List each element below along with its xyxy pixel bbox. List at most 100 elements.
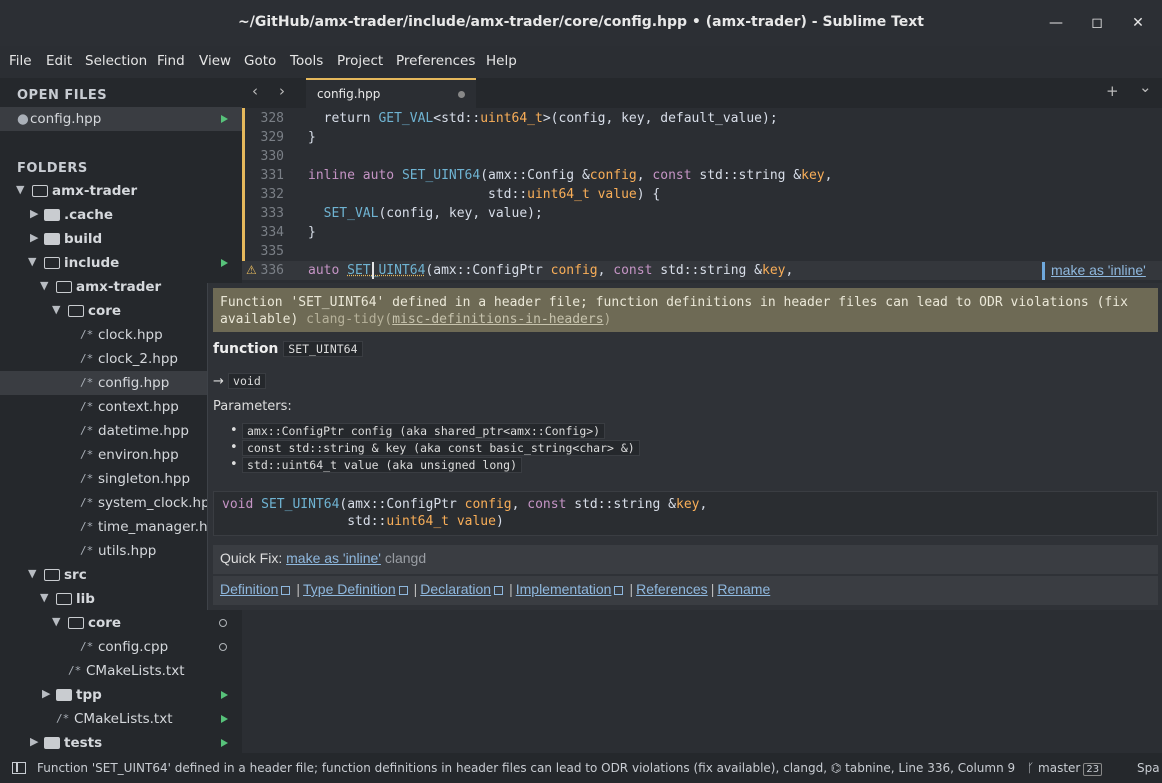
git-modified-icon (221, 739, 228, 747)
menu-goto[interactable]: Goto (244, 53, 276, 69)
diagnostic-code-link[interactable]: misc-definitions-in-headers (392, 312, 603, 327)
tree-folder-src[interactable]: ▼ src (0, 563, 242, 587)
file-icon: /* (68, 664, 82, 677)
tab-label: config.hpp (317, 87, 381, 101)
parameter-text: amx::ConfigPtr config (aka shared_ptr<am… (242, 423, 606, 439)
tree-folder-include[interactable]: ▼ include (0, 251, 242, 275)
warning-icon[interactable]: ⚠ (246, 263, 257, 277)
open-split-icon[interactable] (398, 586, 408, 595)
chevron-down-icon: ▼ (40, 591, 49, 604)
chevron-right-icon: ▶ (30, 735, 39, 748)
tree-folder-tpp[interactable]: ▶ tpp (0, 683, 242, 707)
file-icon: /* (56, 712, 70, 725)
code-line: 328 return GET_VAL<std::uint64_t>(config… (242, 109, 1162, 128)
menu-preferences[interactable]: Preferences (396, 53, 475, 69)
references-link[interactable]: References (636, 581, 708, 597)
tree-folder-build[interactable]: ▶ build (0, 227, 242, 251)
tab-menu-icon[interactable]: ⌄ (1139, 78, 1152, 96)
diagnostic-source: clang-tidy( (306, 312, 393, 327)
file-icon: /* (80, 496, 94, 509)
inline-quick-fix-link[interactable]: make as 'inline' (1042, 262, 1146, 280)
tree-label: config.cpp (98, 639, 169, 655)
tree-folder-core-src[interactable]: ▼ core (0, 611, 242, 635)
line-number: 335 (260, 244, 284, 259)
chevron-down-icon: ▼ (16, 183, 25, 196)
back-arrow-icon[interactable]: ‹ (252, 82, 258, 100)
tree-file-time-manager[interactable]: /* time_manager.hpp (0, 515, 242, 539)
menu-bar: File Edit Selection Find View Goto Tools… (0, 50, 1162, 72)
folder-icon (56, 689, 72, 701)
open-split-icon[interactable] (614, 586, 624, 595)
open-split-icon[interactable] (494, 586, 504, 595)
folder-icon (44, 737, 60, 749)
tab-config-hpp[interactable]: config.hpp (306, 78, 476, 108)
minimize-button[interactable]: — (1047, 14, 1065, 32)
menu-view[interactable]: View (199, 53, 231, 69)
type-definition-link[interactable]: Type Definition (303, 581, 396, 597)
tree-folder-lib[interactable]: ▼ lib (0, 587, 242, 611)
forward-arrow-icon[interactable]: › (279, 82, 285, 100)
code-line: 331 inline auto SET_UINT64(amx::Config &… (242, 166, 1162, 185)
tree-file-datetime[interactable]: /* datetime.hpp (0, 419, 242, 443)
menu-file[interactable]: File (9, 53, 32, 69)
close-button[interactable]: ✕ (1129, 14, 1147, 32)
line-number: 333 (260, 206, 284, 221)
tree-file-context[interactable]: /* context.hpp (0, 395, 242, 419)
file-icon: /* (80, 400, 94, 413)
open-file-item[interactable]: ● config.hpp (0, 107, 242, 131)
tree-file-singleton[interactable]: /* singleton.hpp (0, 467, 242, 491)
sidebar-toggle-icon[interactable] (12, 762, 26, 774)
definition-link[interactable]: Definition (220, 581, 278, 597)
open-split-icon[interactable] (281, 586, 291, 595)
chevron-down-icon: ▼ (52, 615, 61, 628)
menu-selection[interactable]: Selection (85, 53, 147, 69)
git-branch[interactable]: ᚴ master 23 (1027, 761, 1103, 776)
line-number: 329 (260, 130, 284, 145)
tree-file-clock[interactable]: /* clock.hpp (0, 323, 242, 347)
chevron-right-icon: ▶ (30, 231, 39, 244)
tree-file-cmake-src[interactable]: /* CMakeLists.txt (0, 707, 242, 731)
tree-folder-tests[interactable]: ▶ tests (0, 731, 242, 753)
tree-file-utils[interactable]: /* utils.hpp (0, 539, 242, 563)
git-untracked-icon (219, 643, 227, 651)
tree-folder-cache[interactable]: ▶ .cache (0, 203, 242, 227)
menu-help[interactable]: Help (486, 53, 517, 69)
maximize-button[interactable]: ◻ (1088, 14, 1106, 32)
tree-folder-amx-trader-inner[interactable]: ▼ amx-trader (0, 275, 242, 299)
tree-file-config-selected[interactable]: /* config.hpp (0, 371, 242, 395)
code-line: 330 (242, 147, 1162, 166)
tree-file-config-cpp[interactable]: /* config.cpp (0, 635, 242, 659)
implementation-link[interactable]: Implementation (516, 581, 612, 597)
parameters-heading: Parameters: (213, 399, 292, 414)
new-tab-icon[interactable]: + (1106, 82, 1119, 100)
chevron-down-icon: ▼ (28, 255, 37, 268)
tree-folder-core[interactable]: ▼ core (0, 299, 242, 323)
branch-icon: ᚴ (1027, 761, 1035, 775)
menu-find[interactable]: Find (157, 53, 185, 69)
title-bar: ~/GitHub/amx-trader/include/amx-trader/c… (0, 0, 1162, 46)
tree-file-clock2[interactable]: /* clock_2.hpp (0, 347, 242, 371)
file-icon: /* (80, 448, 94, 461)
declaration-link[interactable]: Declaration (420, 581, 491, 597)
line-number: 328 (260, 111, 284, 126)
tree-folder-amx-trader[interactable]: ▼ amx-trader (0, 179, 242, 203)
unsaved-dot-icon[interactable] (458, 91, 465, 98)
menu-edit[interactable]: Edit (46, 53, 72, 69)
rename-link[interactable]: Rename (717, 581, 770, 597)
tree-file-system-clock[interactable]: /* system_clock.hpp (0, 491, 242, 515)
tree-file-environ[interactable]: /* environ.hpp (0, 443, 242, 467)
git-modified-icon (221, 691, 228, 699)
chevron-down-icon: ▼ (28, 567, 37, 580)
indentation-status[interactable]: Spa (1137, 761, 1160, 775)
tree-label: CMakeLists.txt (74, 711, 173, 727)
menu-tools[interactable]: Tools (290, 53, 323, 69)
symbol-name: SET_UINT64 (283, 341, 363, 357)
quick-fix-link[interactable]: make as 'inline' (286, 550, 381, 566)
tree-file-cmake-lib[interactable]: /* CMakeLists.txt (0, 659, 242, 683)
menu-project[interactable]: Project (337, 53, 383, 69)
file-icon: /* (80, 472, 94, 485)
modified-dot-icon: ● (17, 111, 29, 127)
signature-code-block: void SET_UINT64(amx::ConfigPtr config, c… (213, 491, 1158, 536)
quick-fix-label: Quick Fix: (220, 550, 283, 566)
chevron-down-icon: ▼ (52, 303, 61, 316)
